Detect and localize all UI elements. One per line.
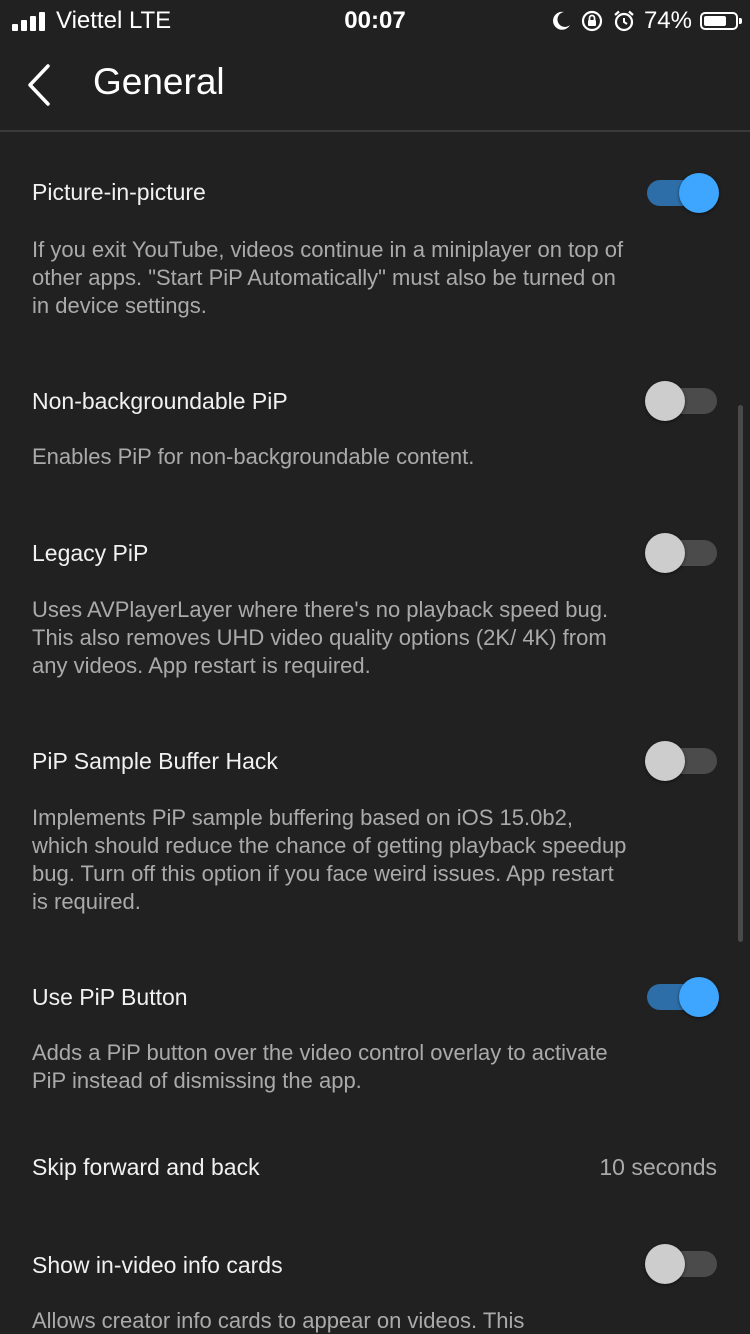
picture-in-picture-toggle[interactable] — [645, 172, 719, 214]
toggle-knob — [645, 381, 685, 421]
setting-value: 10 seconds — [599, 1154, 717, 1180]
non-backgroundable-pip-toggle[interactable] — [645, 380, 719, 422]
page-title: General — [93, 61, 225, 102]
use-pip-button-toggle[interactable] — [645, 976, 719, 1018]
setting-title: Use PiP Button — [32, 984, 188, 1010]
chevron-left-icon — [28, 64, 50, 106]
alarm-icon — [614, 10, 634, 32]
pip-sample-buffer-hack-toggle[interactable] — [645, 740, 719, 782]
toggle-knob — [645, 533, 685, 573]
setting-title: Non-backgroundable PiP — [32, 388, 288, 414]
toggle-knob — [679, 977, 719, 1017]
settings-list: Picture-in-picture If you exit YouTube, … — [0, 132, 750, 1334]
setting-title: PiP Sample Buffer Hack — [32, 748, 278, 774]
toggle-knob — [645, 741, 685, 781]
battery-level-fill — [704, 16, 727, 26]
setting-title: Picture-in-picture — [32, 179, 206, 205]
setting-description: Implements PiP sample buffering based on… — [32, 805, 627, 914]
setting-description: If you exit YouTube, videos continue in … — [32, 237, 624, 318]
battery-icon — [700, 12, 742, 30]
app-bar: General — [0, 40, 750, 132]
setting-title: Legacy PiP — [32, 540, 149, 566]
setting-description: Enables PiP for non-backgroundable conte… — [32, 444, 475, 469]
setting-description: Uses AVPlayerLayer where there's no play… — [32, 597, 609, 678]
setting-title: Skip forward and back — [32, 1154, 260, 1180]
setting-skip-forward-and-back[interactable]: Skip forward and back 10 seconds — [0, 1132, 750, 1202]
battery-cap — [739, 18, 742, 24]
legacy-pip-toggle[interactable] — [645, 532, 719, 574]
scrollbar[interactable] — [738, 405, 743, 942]
status-indicators: 74% — [550, 6, 742, 36]
moon-icon — [553, 11, 570, 30]
rotation-lock-icon — [581, 10, 603, 32]
battery-percentage: 74% — [643, 7, 692, 34]
status-bar: Viettel LTE 00:07 74% — [0, 0, 750, 40]
back-button[interactable] — [20, 60, 64, 110]
toggle-knob — [679, 173, 719, 213]
setting-description: Allows creator info cards to appear on v… — [32, 1308, 525, 1333]
show-in-video-info-cards-toggle[interactable] — [645, 1243, 719, 1285]
toggle-knob — [645, 1244, 685, 1284]
setting-title: Show in-video info cards — [32, 1252, 283, 1278]
setting-description: Adds a PiP button over the video control… — [32, 1040, 608, 1093]
